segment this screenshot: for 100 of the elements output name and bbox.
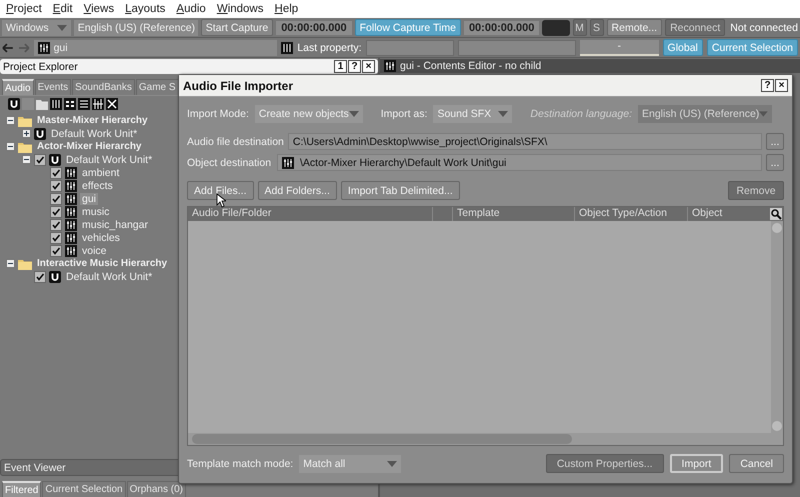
tab[interactable]: Orphans (0): [126, 481, 186, 497]
expand-icon[interactable]: [22, 129, 31, 138]
actor-mixer-icon: [65, 192, 77, 204]
platform-dropdown[interactable]: Windows: [2, 20, 71, 36]
tree-item[interactable]: Default Work Unit*: [64, 154, 154, 166]
remote-button[interactable]: Remote...: [606, 19, 662, 36]
dropdown[interactable]: Sound SFX: [433, 105, 512, 123]
path-field[interactable]: C:\Users\Admin\Desktop\wwise_project\Originals\SFX\: [288, 133, 762, 150]
tree-item[interactable]: effects: [80, 180, 115, 192]
tree-item[interactable]: ambient: [80, 166, 122, 178]
current-selection-button[interactable]: Current Selection: [706, 39, 798, 56]
tree-item[interactable]: music_hangar: [80, 218, 150, 230]
tree-item[interactable]: Actor-Mixer Hierarchy: [35, 141, 144, 152]
tree-item[interactable]: Master-Mixer Hierarchy: [35, 115, 150, 126]
toolbar-icon[interactable]: [106, 98, 118, 110]
tree-item[interactable]: Default Work Unit*: [49, 128, 140, 140]
dialog-title: Audio File Importer: [183, 78, 294, 92]
collapse-icon[interactable]: [22, 155, 31, 164]
menu-item[interactable]: Help: [274, 3, 298, 15]
selected-object-field[interactable]: gui: [34, 40, 278, 56]
tab[interactable]: Events: [34, 79, 72, 95]
checkbox[interactable]: [34, 154, 46, 166]
menu-item[interactable]: Views: [84, 3, 114, 15]
panel-button[interactable]: ×: [362, 60, 375, 73]
action-button[interactable]: Add Files...: [187, 181, 254, 200]
checkbox[interactable]: [50, 206, 62, 218]
menu-item[interactable]: Edit: [52, 3, 73, 15]
checkbox[interactable]: [50, 166, 62, 178]
start-capture-button[interactable]: Start Capture: [200, 19, 274, 36]
folder-icon: [18, 258, 32, 270]
dialog-button[interactable]: Cancel: [729, 454, 784, 473]
property-field[interactable]: [458, 40, 576, 56]
dropdown-arrow-icon: [498, 111, 508, 117]
panel-button[interactable]: 1: [334, 60, 347, 73]
tree-item[interactable]: music: [80, 206, 112, 218]
field-label: Object destination: [187, 156, 272, 168]
dropdown[interactable]: Match all: [299, 454, 402, 472]
dropdown-arrow-icon: [56, 24, 67, 30]
checkbox[interactable]: [34, 270, 46, 282]
browse-button[interactable]: ...: [766, 133, 784, 150]
work-unit-icon: [34, 128, 46, 140]
tab[interactable]: Game S: [136, 79, 179, 95]
follow-capture-button[interactable]: Follow Capture Time: [354, 19, 461, 36]
menu-item[interactable]: Layouts: [125, 3, 166, 15]
toolbar-icon[interactable]: [64, 98, 76, 110]
collapse-icon[interactable]: [6, 142, 15, 151]
checkbox[interactable]: [50, 180, 62, 192]
time-display: 00:00:00.000: [276, 20, 352, 34]
language-dropdown[interactable]: English (US) (Reference): [74, 20, 198, 36]
last-property-label: Last property:: [297, 42, 362, 54]
panel-button[interactable]: ?: [348, 60, 361, 73]
column-header[interactable]: Object: [688, 207, 769, 221]
global-button[interactable]: Global: [662, 39, 703, 56]
dropdown[interactable]: Create new objects: [254, 105, 363, 123]
vertical-scrollbar[interactable]: [771, 221, 783, 433]
collapse-icon[interactable]: [6, 259, 15, 268]
tab[interactable]: Filtered: [2, 481, 42, 497]
actor-mixer-icon: [65, 180, 77, 192]
horizontal-scrollbar[interactable]: [188, 433, 783, 445]
path-field[interactable]: \Actor-Mixer Hierarchy\Default Work Unit\gui: [277, 154, 762, 171]
menu-item[interactable]: Audio: [176, 3, 206, 15]
work-unit-icon: [8, 98, 20, 110]
tree-item[interactable]: Interactive Music Hierarchy: [35, 258, 170, 269]
work-unit-icon: [49, 270, 61, 282]
field-label: Audio file destination: [187, 136, 284, 148]
title-bar-button[interactable]: ×: [775, 79, 788, 92]
actor-mixer-icon: [65, 244, 77, 256]
action-button[interactable]: Import Tab Delimited...: [340, 181, 460, 200]
panel-title: Project Explorer: [3, 60, 78, 72]
actor-mixer-icon: [65, 232, 77, 244]
tab[interactable]: Audio: [2, 79, 34, 95]
checkbox[interactable]: [50, 192, 62, 204]
folder-icon: [18, 140, 32, 152]
tree-item[interactable]: voice: [80, 244, 109, 256]
level-meter: [542, 20, 570, 36]
checkbox[interactable]: [50, 232, 62, 244]
menu-item[interactable]: Windows: [216, 3, 264, 15]
field-label: Import as:: [380, 108, 428, 120]
back-arrow-icon[interactable]: [2, 42, 14, 52]
tree-item[interactable]: vehicles: [80, 232, 122, 244]
menu-item[interactable]: Project: [6, 3, 42, 15]
dialog-button[interactable]: Import: [670, 454, 724, 473]
property-icon: [281, 42, 294, 54]
browse-button[interactable]: ...: [766, 154, 784, 171]
toolbar-icon[interactable]: [78, 98, 90, 110]
tab[interactable]: SoundBanks: [72, 79, 135, 95]
checkbox[interactable]: [50, 244, 62, 256]
title-bar-button[interactable]: ?: [761, 79, 774, 92]
search-icon[interactable]: [770, 208, 782, 220]
field-label: Template match mode:: [187, 458, 294, 470]
toolbar-icon[interactable]: [50, 98, 62, 110]
toolbar-icon[interactable]: [92, 98, 104, 110]
checkbox[interactable]: [50, 218, 62, 230]
actor-mixer-icon: [65, 166, 77, 178]
collapse-icon[interactable]: [6, 116, 15, 125]
tree-item[interactable]: gui: [80, 192, 98, 204]
tree-item[interactable]: Default Work Unit*: [64, 270, 154, 282]
tab[interactable]: Current Selection: [42, 481, 126, 497]
property-field[interactable]: [366, 40, 454, 56]
action-button[interactable]: Add Folders...: [258, 181, 337, 200]
